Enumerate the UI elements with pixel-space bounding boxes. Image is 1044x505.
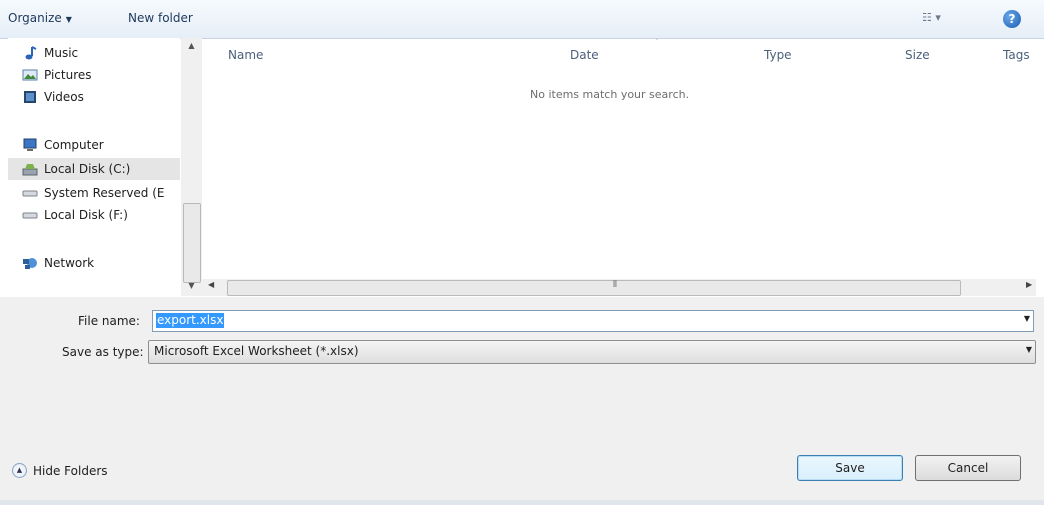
pictures-icon [22, 67, 38, 83]
computer-icon [22, 137, 38, 153]
organize-button[interactable]: Organize ▼ [8, 11, 72, 25]
horizontal-scrollbar-thumb[interactable]: ⦀ [227, 280, 961, 296]
grip-icon: ⦀ [613, 280, 617, 290]
column-header-date[interactable]: Date [570, 48, 599, 62]
collapse-icon: ▲ [12, 463, 27, 478]
scroll-down-arrow-icon[interactable]: ▼ [181, 278, 202, 294]
column-header-name[interactable]: Name [228, 48, 263, 62]
column-header-tags[interactable]: Tags [1003, 48, 1030, 62]
empty-list-message: No items match your search. [530, 88, 690, 101]
sidebar-item-network[interactable]: Network [8, 252, 180, 274]
drive-c-icon [22, 161, 38, 177]
file-list-horizontal-scrollbar[interactable]: ◀ ⦀ ▶ [202, 279, 1036, 296]
network-icon [22, 255, 38, 271]
save-as-type-value: Microsoft Excel Worksheet (*.xlsx) [154, 344, 359, 358]
scrollbar-thumb[interactable] [183, 203, 201, 283]
save-as-type-select[interactable]: Microsoft Excel Worksheet (*.xlsx) ▼ [148, 340, 1036, 364]
help-icon[interactable]: ? [1003, 10, 1021, 28]
chevron-down-icon[interactable]: ▼ [1026, 345, 1032, 354]
sidebar-item-music[interactable]: Music [8, 42, 180, 64]
window-bottom-edge [0, 500, 1044, 505]
navigation-scrollbar[interactable]: ▲ ▼ [181, 38, 202, 296]
scroll-up-arrow-icon[interactable]: ▲ [181, 38, 202, 54]
chevron-down-icon[interactable]: ▼ [1024, 314, 1030, 323]
sort-indicator-icon: ˇ [655, 38, 659, 47]
scroll-left-arrow-icon[interactable]: ◀ [208, 280, 214, 289]
chevron-down-icon: ▼ [65, 15, 72, 24]
drive-icon [22, 185, 38, 201]
views-icon[interactable]: ☷ ▾ [922, 11, 962, 27]
new-folder-button[interactable]: New folder [128, 11, 193, 25]
hide-folders-button[interactable]: ▲ Hide Folders [12, 463, 108, 478]
navigation-pane: Music Pictures Videos Computer Local Dis… [8, 38, 180, 283]
drive-icon [22, 207, 38, 223]
sidebar-item-local-disk-c[interactable]: Local Disk (C:) [8, 158, 180, 180]
column-header-type[interactable]: Type [764, 48, 792, 62]
sidebar-item-system-reserved[interactable]: System Reserved (E [8, 182, 180, 204]
sidebar-item-local-disk-f[interactable]: Local Disk (F:) [8, 204, 180, 226]
scroll-right-arrow-icon[interactable]: ▶ [1026, 280, 1032, 289]
file-name-label: File name: [78, 314, 140, 328]
sidebar-item-computer[interactable]: Computer [8, 134, 180, 156]
save-as-type-label: Save as type: [62, 345, 144, 359]
column-header-size[interactable]: Size [905, 48, 930, 62]
save-button[interactable]: Save [797, 455, 903, 481]
command-toolbar: Organize ▼ New folder ☷ ▾ ? [0, 0, 1044, 39]
videos-icon [22, 89, 38, 105]
music-icon [22, 45, 38, 61]
file-name-field[interactable]: export.xlsx ▼ [152, 310, 1034, 332]
sidebar-item-videos[interactable]: Videos [8, 86, 180, 108]
cancel-button[interactable]: Cancel [915, 455, 1021, 481]
file-name-value[interactable]: export.xlsx [156, 313, 225, 328]
sidebar-item-pictures[interactable]: Pictures [8, 64, 180, 86]
